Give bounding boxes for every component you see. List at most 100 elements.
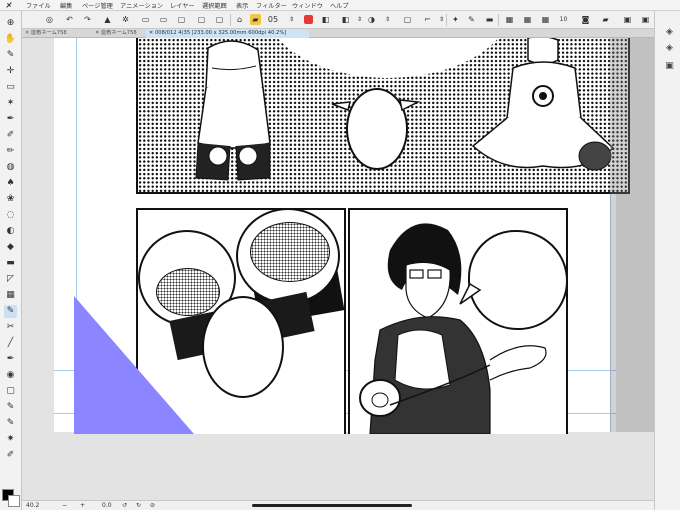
layer-icon[interactable]: ◧ bbox=[340, 14, 351, 25]
figure-icon[interactable]: ◸ bbox=[4, 273, 17, 286]
tab-label: 008/012 4(35 [233.00 x 325.00mm 600dpi 4… bbox=[155, 30, 287, 36]
character-right bbox=[471, 38, 615, 171]
separator bbox=[230, 14, 231, 26]
tab-document-active[interactable]: ✕ 008/012 4(35 [233.00 x 325.00mm 600dpi… bbox=[146, 29, 309, 38]
balloon-tail bbox=[459, 282, 482, 305]
rotate-right-icon[interactable]: ↻ bbox=[136, 502, 141, 509]
bowl-right-contents bbox=[250, 222, 330, 282]
airbrush-icon[interactable]: ◍ bbox=[4, 161, 17, 174]
tool-palette: ⊕ ✋ ✎ ✛ ▭ ✶ ✒ ✐ ✏ ◍ ♠ ❀ ◌ ◐ ◆ ▬ ◸ ▦ ✎ ✂ … bbox=[0, 11, 22, 510]
zoom-out-icon[interactable]: − bbox=[62, 502, 67, 509]
app-menu-icon[interactable]: ◎ bbox=[44, 14, 55, 25]
ruler-icon[interactable]: ▢ bbox=[402, 14, 413, 25]
frame-cut-icon[interactable]: ✂ bbox=[4, 321, 17, 334]
layout3-icon[interactable]: ▦ bbox=[540, 14, 551, 25]
rotate-left-icon[interactable]: ↺ bbox=[122, 502, 127, 509]
ruler-tool-icon[interactable]: ╱ bbox=[4, 337, 17, 350]
line2-icon[interactable]: ✎ bbox=[4, 417, 17, 430]
balloon-icon[interactable]: ◉ bbox=[4, 369, 17, 382]
settings-icon[interactable]: ▣ bbox=[640, 14, 651, 25]
clear-selection-icon[interactable]: ▭ bbox=[158, 14, 169, 25]
zoom-in-icon[interactable]: + bbox=[80, 502, 85, 509]
color-swatch-red[interactable] bbox=[304, 15, 313, 24]
folder-icon[interactable]: ▰ bbox=[250, 14, 261, 25]
clear-icon[interactable]: ▭ bbox=[140, 14, 151, 25]
effect-icon[interactable]: ✷ bbox=[4, 433, 17, 446]
menu-animation[interactable]: アニメーション bbox=[120, 1, 163, 10]
eyedropper-icon[interactable]: ✒ bbox=[4, 113, 17, 126]
reset-icon[interactable]: ⊘ bbox=[150, 502, 155, 509]
menu-selection[interactable]: 選択範囲 bbox=[202, 1, 227, 10]
tab-document-1[interactable]: ✕ 座敷ネーム758 bbox=[22, 29, 93, 38]
gradient-icon[interactable]: ▬ bbox=[484, 14, 495, 25]
zoom-value[interactable]: 40.2 bbox=[26, 502, 39, 509]
opacity-icon[interactable]: ◑ bbox=[366, 14, 377, 25]
zoom-icon[interactable]: ⊕ bbox=[4, 17, 17, 30]
hand-icon[interactable]: ✋ bbox=[4, 33, 17, 46]
layer-property-icon[interactable]: ◈ bbox=[664, 43, 675, 54]
canvas-area[interactable] bbox=[22, 38, 654, 500]
undo-icon[interactable]: ↶ bbox=[64, 14, 75, 25]
magic-wand-icon[interactable]: ✶ bbox=[4, 97, 17, 110]
stepper3-icon[interactable]: ⇕ bbox=[382, 14, 393, 25]
menu-view[interactable]: 表示 bbox=[236, 1, 248, 10]
brush-size-value[interactable]: 05 bbox=[266, 14, 280, 25]
camera-icon[interactable]: ◙ bbox=[580, 14, 591, 25]
layout-icon[interactable]: ▦ bbox=[504, 14, 515, 25]
sub-color-swatch[interactable] bbox=[8, 495, 20, 507]
layout2-icon[interactable]: ▦ bbox=[522, 14, 533, 25]
pen-pressure-icon[interactable]: ✎ bbox=[466, 14, 477, 25]
redo-icon[interactable]: ↷ bbox=[82, 14, 93, 25]
operation-icon[interactable]: ✎ bbox=[4, 49, 17, 62]
lasso-icon[interactable]: ✎ bbox=[4, 305, 17, 318]
sub-pen-icon[interactable]: ✐ bbox=[4, 449, 17, 462]
pencil-icon[interactable]: ✏ bbox=[4, 145, 17, 158]
pen-icon[interactable]: ✐ bbox=[4, 129, 17, 142]
frame-icon[interactable]: ▦ bbox=[4, 289, 17, 302]
menu-help[interactable]: ヘルプ bbox=[330, 1, 349, 10]
gradient-tool-icon[interactable]: ▬ bbox=[4, 257, 17, 270]
line-icon[interactable]: ✎ bbox=[4, 401, 17, 414]
snap-icon[interactable]: ⌐ bbox=[422, 14, 433, 25]
text-icon[interactable]: ✒ bbox=[4, 353, 17, 366]
material-icon[interactable]: ▣ bbox=[664, 61, 675, 72]
eye-icon[interactable]: ⌂ bbox=[234, 14, 245, 25]
color-mode-icon[interactable]: ◧ bbox=[320, 14, 331, 25]
menu-layer[interactable]: レイヤー bbox=[170, 1, 195, 10]
blend-icon[interactable]: ◐ bbox=[4, 225, 17, 238]
menu-window[interactable]: ウィンドウ bbox=[292, 1, 323, 10]
menu-page[interactable]: ページ管理 bbox=[82, 1, 113, 10]
rect-select-icon[interactable]: ▭ bbox=[4, 81, 17, 94]
select-all-icon[interactable]: ▢ bbox=[176, 14, 187, 25]
command-bar: ◎ ↶ ↷ ▲ ✲ ▭ ▭ ▢ ▢ ▢ ⌂ ▰ 05 ⇕ ◧ ◧ ⇕ ◑ ⇕ ▢… bbox=[0, 11, 680, 29]
brush-icon[interactable]: ♠ bbox=[4, 177, 17, 190]
app-icon[interactable] bbox=[4, 0, 14, 10]
layers-panel-icon[interactable]: ▣ bbox=[622, 14, 633, 25]
selection-shape[interactable] bbox=[74, 296, 196, 436]
comic-panel-bottom-right[interactable] bbox=[348, 208, 568, 434]
stepper-icon[interactable]: ⇕ bbox=[286, 14, 297, 25]
invert-selection-icon[interactable]: ▢ bbox=[214, 14, 225, 25]
decoration-icon[interactable]: ❀ bbox=[4, 193, 17, 206]
snap-point-icon[interactable]: ✦ bbox=[450, 14, 461, 25]
layer-panel-icon[interactable]: ◈ bbox=[664, 27, 675, 38]
tab-document-2[interactable]: ✕ 座敷ネーム758 bbox=[92, 29, 147, 38]
correct-line-icon[interactable]: ▢ bbox=[4, 385, 17, 398]
deselect-icon[interactable]: ▢ bbox=[196, 14, 207, 25]
menu-file[interactable]: ファイル bbox=[26, 1, 51, 10]
eraser-icon[interactable]: ◌ bbox=[4, 209, 17, 222]
menu-filter[interactable]: フィルター bbox=[256, 1, 287, 10]
fill-bucket-icon[interactable]: ◆ bbox=[4, 241, 17, 254]
folder-open-icon[interactable]: ▰ bbox=[600, 14, 611, 25]
move-icon[interactable]: ✛ bbox=[4, 65, 17, 78]
transform-icon[interactable]: ✲ bbox=[120, 14, 131, 25]
comic-panel-top[interactable] bbox=[136, 38, 630, 194]
separator bbox=[498, 14, 499, 26]
rotation-value[interactable]: 0.0 bbox=[102, 502, 112, 509]
stepper2-icon[interactable]: ⇕ bbox=[354, 14, 365, 25]
fill-icon[interactable]: ▲ bbox=[102, 14, 113, 25]
counter-value[interactable]: 10 bbox=[558, 14, 569, 25]
document-tabs: ✕ 座敷ネーム758 ✕ 座敷ネーム758 ✕ 008/012 4(35 [23… bbox=[22, 29, 654, 38]
menu-edit[interactable]: 編集 bbox=[60, 1, 72, 10]
speech-balloon[interactable] bbox=[202, 296, 284, 398]
